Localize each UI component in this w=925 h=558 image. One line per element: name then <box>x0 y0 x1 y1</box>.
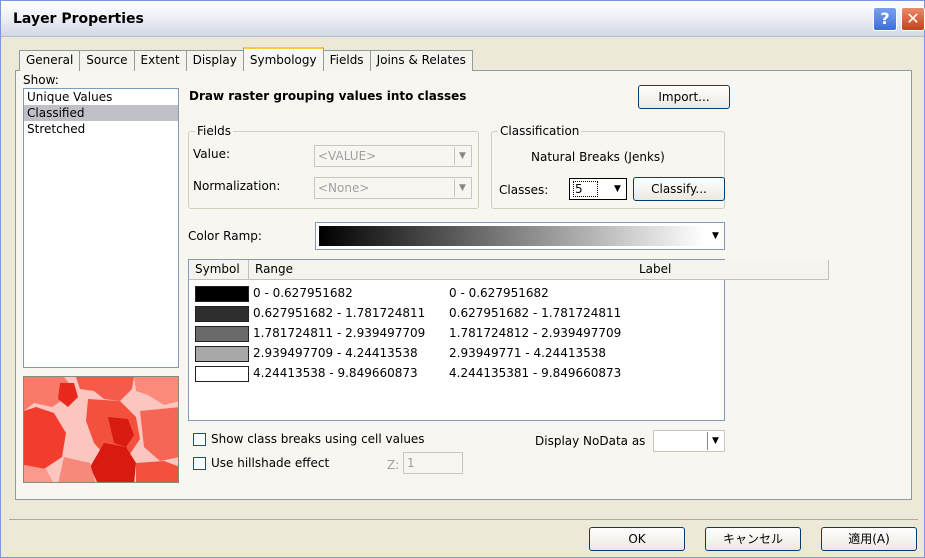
chevron-down-icon: ▼ <box>609 180 625 198</box>
range-cell: 2.939497709 - 4.24413538 <box>253 346 418 360</box>
chevron-down-icon: ▼ <box>707 432 723 450</box>
tab-display[interactable]: Display <box>185 50 244 71</box>
title-bar[interactable]: Layer Properties ? ✕ <box>1 1 925 37</box>
table-row[interactable]: 4.24413538 - 9.849660873 4.244135381 - 9… <box>189 364 724 384</box>
symbol-swatch[interactable] <box>195 326 249 342</box>
help-icon[interactable]: ? <box>873 7 897 31</box>
show-list[interactable]: Unique Values Classified Stretched <box>23 88 179 368</box>
tab-joins-relates[interactable]: Joins & Relates <box>369 50 473 71</box>
tab-fields[interactable]: Fields <box>322 50 371 71</box>
color-ramp-label: Color Ramp: <box>188 229 262 243</box>
show-class-breaks-label: Show class breaks using cell values <box>211 432 425 446</box>
z-label: Z: <box>387 458 400 472</box>
label-column-header[interactable]: Label <box>633 260 829 280</box>
symbol-column-header[interactable]: Symbol <box>189 260 249 280</box>
fields-group-title: Fields <box>195 124 233 138</box>
import-button[interactable]: Import... <box>638 85 730 109</box>
table-row[interactable]: 0 - 0.627951682 0 - 0.627951682 <box>189 284 724 304</box>
show-item-classified[interactable]: Classified <box>24 105 178 121</box>
hillshade-label: Use hillshade effect <box>211 456 330 470</box>
apply-button[interactable]: 適用(A) <box>821 527 917 551</box>
tab-symbology[interactable]: Symbology <box>242 47 324 71</box>
cancel-button[interactable]: キャンセル <box>705 527 801 551</box>
nodata-color-select[interactable]: ▼ <box>653 430 725 452</box>
footer-divider <box>9 519 918 520</box>
ok-button[interactable]: OK <box>589 527 685 551</box>
classification-group-title: Classification <box>498 124 582 138</box>
table-row[interactable]: 0.627951682 - 1.781724811 0.627951682 - … <box>189 304 724 324</box>
label-cell: 0.627951682 - 1.781724811 <box>449 306 622 320</box>
range-cell: 0 - 0.627951682 <box>253 286 353 300</box>
classified-preview-image <box>23 376 179 483</box>
show-item-unique-values[interactable]: Unique Values <box>24 89 178 105</box>
table-row[interactable]: 1.781724811 - 2.939497709 1.781724812 - … <box>189 324 724 344</box>
value-select[interactable]: <VALUE> ▼ <box>314 145 472 167</box>
tab-bar: General Source Extent Display Symbology … <box>19 47 473 71</box>
normalization-label: Normalization: <box>193 179 281 193</box>
range-column-header[interactable]: Range <box>249 260 634 280</box>
classify-button[interactable]: Classify... <box>633 177 725 201</box>
nodata-label: Display NoData as <box>535 434 646 448</box>
symbol-swatch[interactable] <box>195 306 249 322</box>
layer-properties-dialog: Layer Properties ? ✕ General Source Exte… <box>0 0 925 558</box>
value-select-text: <VALUE> <box>318 149 377 163</box>
classes-select-text: 5 <box>573 181 598 197</box>
renderer-description: Draw raster grouping values into classes <box>189 89 467 103</box>
range-cell: 1.781724811 - 2.939497709 <box>253 326 426 340</box>
window-title: Layer Properties <box>13 11 144 27</box>
label-cell: 4.244135381 - 9.849660873 <box>449 366 622 380</box>
label-cell: 0 - 0.627951682 <box>449 286 549 300</box>
color-ramp-gradient <box>319 226 704 246</box>
tab-extent[interactable]: Extent <box>133 50 187 71</box>
classes-select[interactable]: 5 ▼ <box>569 178 627 200</box>
close-icon[interactable]: ✕ <box>901 7 925 31</box>
label-cell: 2.93949771 - 4.24413538 <box>449 346 607 360</box>
table-row[interactable]: 2.939497709 - 4.24413538 2.93949771 - 4.… <box>189 344 724 364</box>
value-label: Value: <box>193 147 230 161</box>
normalization-select[interactable]: <None> ▼ <box>314 177 472 199</box>
classes-table[interactable]: Symbol Range Label 0 - 0.627951682 0 - 0… <box>188 259 829 421</box>
chevron-down-icon: ▼ <box>454 179 470 197</box>
tab-general[interactable]: General <box>19 50 81 71</box>
classification-method: Natural Breaks (Jenks) <box>531 150 665 164</box>
normalization-select-text: <None> <box>318 181 370 195</box>
z-factor-input[interactable]: 1 <box>403 452 463 474</box>
symbol-swatch[interactable] <box>195 366 249 382</box>
show-item-stretched[interactable]: Stretched <box>24 121 178 137</box>
label-cell: 1.781724812 - 2.939497709 <box>449 326 622 340</box>
chevron-down-icon: ▼ <box>707 224 723 248</box>
classes-label: Classes: <box>499 183 549 197</box>
hillshade-checkbox[interactable] <box>193 457 206 470</box>
range-cell: 4.24413538 - 9.849660873 <box>253 366 418 380</box>
color-ramp-select[interactable]: ▼ <box>315 222 725 250</box>
range-cell: 0.627951682 - 1.781724811 <box>253 306 426 320</box>
table-header: Symbol Range Label <box>189 260 829 280</box>
chevron-down-icon: ▼ <box>454 147 470 165</box>
symbol-swatch[interactable] <box>195 346 249 362</box>
tab-source[interactable]: Source <box>79 50 135 71</box>
show-label: Show: <box>23 73 59 87</box>
show-class-breaks-checkbox[interactable] <box>193 433 206 446</box>
symbol-swatch[interactable] <box>195 286 249 302</box>
